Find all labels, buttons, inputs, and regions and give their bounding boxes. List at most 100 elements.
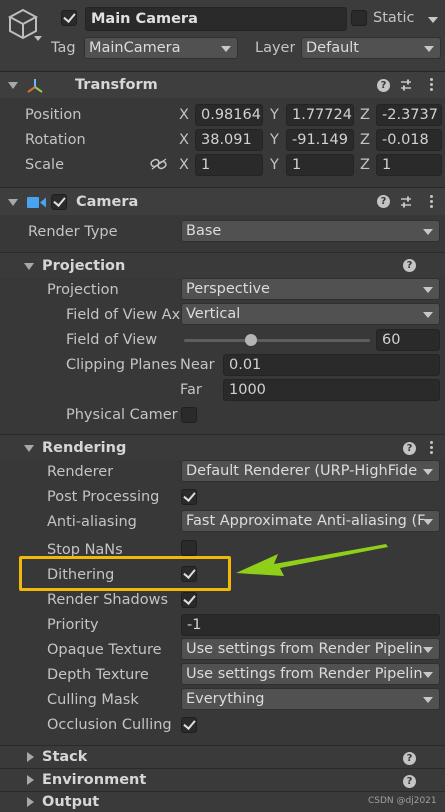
physical-camera-toggle[interactable] (181, 407, 197, 423)
chevron-down-icon (423, 229, 433, 235)
chevron-down-icon (423, 519, 433, 525)
foldout-arrow-icon[interactable] (27, 752, 34, 762)
rotation-y-field[interactable]: -91.149 (286, 129, 354, 151)
culling-mask-value: Everything (186, 691, 265, 707)
projection-section-header[interactable]: Projection ? (0, 252, 445, 278)
depth-texture-value: Use settings from Render Pipelin (186, 666, 423, 682)
opaque-texture-dropdown[interactable]: Use settings from Render Pipelin (181, 638, 440, 660)
camera-header[interactable]: Camera ? (0, 187, 445, 215)
scale-z-field[interactable]: 1 (376, 154, 442, 176)
position-z-field[interactable]: -2.3737 (376, 104, 442, 126)
scale-z-axis-label[interactable]: Z (360, 155, 370, 175)
scale-y-field[interactable]: 1 (286, 154, 354, 176)
rotation-x-field[interactable]: 38.091 (195, 129, 263, 151)
chevron-down-icon (423, 697, 433, 703)
position-z-axis-label[interactable]: Z (360, 105, 370, 125)
chevron-down-icon (221, 46, 231, 52)
output-section-title: Output (42, 794, 100, 810)
far-label: Far (180, 382, 202, 398)
rotation-y-axis-label[interactable]: Y (270, 130, 279, 150)
rotation-x-axis-label[interactable]: X (179, 130, 189, 150)
render-type-dropdown[interactable]: Base (181, 220, 440, 242)
rotation-z-field[interactable]: -0.018 (376, 129, 442, 151)
priority-field[interactable]: -1 (181, 614, 440, 636)
scale-x-field[interactable]: 1 (195, 154, 263, 176)
help-icon[interactable]: ? (403, 775, 416, 788)
depth-texture-dropdown[interactable]: Use settings from Render Pipelin (181, 663, 440, 685)
transform-icon (27, 79, 43, 93)
rotation-z-axis-label[interactable]: Z (360, 130, 370, 150)
static-toggle[interactable] (351, 10, 367, 26)
fov-slider-track[interactable] (184, 339, 370, 342)
gameobject-cube-icon[interactable] (6, 6, 40, 40)
chevron-down-icon (423, 672, 433, 678)
projection-value: Perspective (186, 281, 270, 297)
chevron-down-icon (424, 46, 434, 52)
icon-dropdown-arrow-icon[interactable] (34, 36, 42, 41)
help-icon[interactable]: ? (403, 259, 416, 272)
position-y-field[interactable]: 1.77724 (286, 104, 354, 126)
culling-mask-dropdown[interactable]: Everything (181, 688, 440, 710)
rendering-section-header[interactable]: Rendering ? (0, 434, 445, 460)
layer-dropdown[interactable]: Default (301, 37, 441, 59)
foldout-arrow-icon[interactable] (8, 199, 18, 206)
renderer-label: Renderer (47, 464, 114, 480)
fov-axis-label: Field of View Ax (66, 307, 180, 323)
occlusion-culling-toggle[interactable] (181, 717, 197, 733)
occlusion-culling-label: Occlusion Culling (47, 717, 172, 733)
dithering-highlight-box (19, 556, 231, 591)
rotation-label: Rotation (25, 132, 86, 148)
environment-section-header[interactable]: Environment ? (0, 768, 445, 791)
foldout-arrow-icon[interactable] (8, 82, 18, 89)
foldout-arrow-icon[interactable] (27, 797, 34, 807)
more-options-icon[interactable] (430, 195, 433, 210)
position-y-axis-label[interactable]: Y (270, 105, 279, 125)
foldout-arrow-icon[interactable] (27, 775, 34, 785)
preset-icon[interactable] (399, 195, 413, 209)
far-field[interactable]: 1000 (223, 379, 440, 401)
anti-aliasing-dropdown[interactable]: Fast Approximate Anti-aliasing (F (181, 510, 440, 532)
anti-aliasing-value: Fast Approximate Anti-aliasing (F (186, 513, 426, 529)
fov-slider[interactable] (184, 330, 370, 350)
environment-section-title: Environment (42, 772, 147, 788)
help-icon[interactable]: ? (377, 79, 390, 92)
scale-x-axis-label[interactable]: X (179, 155, 189, 175)
tag-dropdown[interactable]: MainCamera (84, 37, 238, 59)
active-toggle[interactable] (61, 10, 77, 26)
scale-y-axis-label[interactable]: Y (270, 155, 279, 175)
renderer-value: Default Renderer (URP-HighFide (186, 463, 418, 479)
projection-dropdown[interactable]: Perspective (181, 278, 440, 300)
renderer-dropdown[interactable]: Default Renderer (URP-HighFide (181, 460, 440, 482)
object-name-field[interactable]: Main Camera (85, 7, 347, 31)
help-icon[interactable]: ? (403, 442, 416, 455)
foldout-arrow-icon[interactable] (24, 445, 34, 452)
camera-enabled-toggle[interactable] (51, 194, 67, 210)
render-type-label: Render Type (28, 224, 118, 240)
transform-header[interactable]: Transform ? (0, 71, 445, 98)
fov-axis-dropdown[interactable]: Vertical (181, 303, 440, 325)
more-options-icon[interactable] (430, 441, 433, 456)
constrain-proportions-link-icon[interactable] (150, 157, 168, 171)
transform-title: Transform (75, 77, 158, 93)
fov-value-field[interactable]: 60 (376, 329, 440, 351)
help-icon[interactable]: ? (377, 195, 390, 208)
near-label: Near (180, 357, 215, 373)
static-label: Static (373, 10, 415, 26)
render-shadows-toggle[interactable] (181, 592, 197, 608)
more-options-icon[interactable] (430, 78, 433, 93)
position-x-axis-label[interactable]: X (179, 105, 189, 125)
foldout-arrow-icon[interactable] (24, 263, 34, 270)
stack-section-header[interactable]: Stack ? (0, 745, 445, 768)
watermark: CSDN @dj2021 (368, 796, 437, 806)
near-field[interactable]: 0.01 (223, 354, 440, 376)
fov-slider-thumb[interactable] (245, 334, 257, 346)
stop-nans-toggle[interactable] (181, 540, 197, 556)
render-type-value: Base (186, 223, 222, 239)
static-dropdown-arrow-icon[interactable] (428, 17, 438, 23)
post-processing-toggle[interactable] (181, 489, 197, 505)
position-x-field[interactable]: 0.98164 (195, 104, 263, 126)
projection-label: Projection (47, 282, 119, 298)
camera-icon (27, 197, 46, 208)
help-icon[interactable]: ? (403, 752, 416, 765)
preset-icon[interactable] (399, 78, 413, 92)
